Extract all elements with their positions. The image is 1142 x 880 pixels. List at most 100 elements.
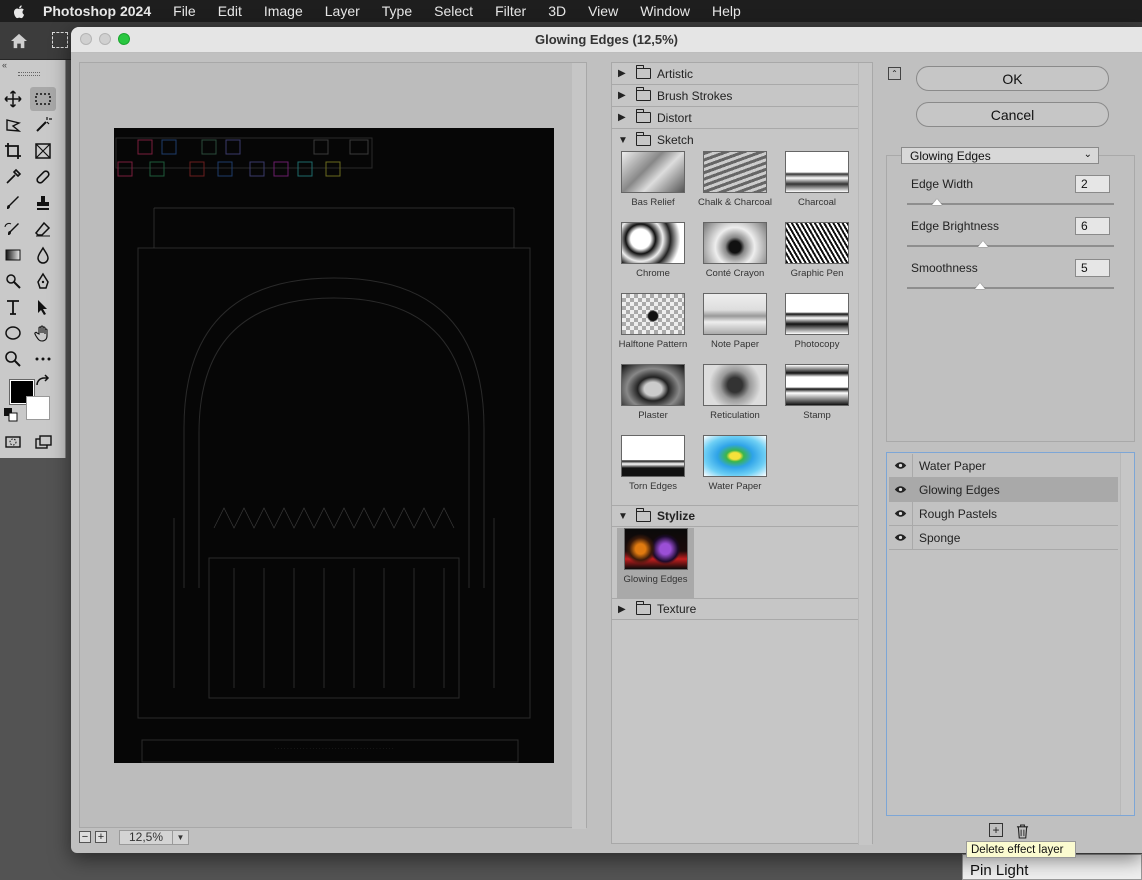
effect-layers-scrollbar[interactable] [1120, 453, 1134, 815]
zoom-out-button[interactable]: − [79, 831, 91, 843]
type-tool-icon[interactable] [0, 295, 26, 319]
rectangular-marquee-option-icon[interactable] [52, 32, 68, 48]
filter-thumb-photocopy[interactable]: Photocopy [781, 293, 853, 359]
effect-layer-row[interactable]: Water Paper [889, 453, 1118, 478]
filter-thumb-chalk-charcoal[interactable]: Chalk & Charcoal [698, 151, 772, 217]
zoom-tool-icon[interactable] [0, 347, 26, 371]
home-icon[interactable] [8, 31, 30, 51]
menu-view[interactable]: View [588, 3, 618, 19]
category-texture[interactable]: ▶ Texture [612, 598, 858, 620]
move-tool-icon[interactable] [0, 87, 26, 111]
apple-logo-icon[interactable] [12, 3, 28, 19]
edge-brightness-field[interactable]: 6 [1075, 217, 1110, 235]
eye-icon[interactable] [889, 501, 913, 526]
brush-tool-icon[interactable] [0, 191, 26, 215]
filter-thumb-stamp[interactable]: Stamp [781, 364, 853, 430]
gradient-tool-icon[interactable] [0, 243, 26, 267]
filter-thumb-water-paper[interactable]: Water Paper [699, 435, 771, 501]
window-zoom-button[interactable] [118, 33, 130, 45]
toolbox-grip[interactable] [18, 72, 40, 76]
hand-tool-icon[interactable] [30, 321, 56, 345]
collapse-filter-browser-icon[interactable]: ⌃ [888, 67, 901, 80]
filter-thumb-graphic-pen[interactable]: Graphic Pen [781, 222, 853, 288]
more-tools-icon[interactable] [30, 347, 56, 371]
preview-scrollbar[interactable] [572, 63, 586, 829]
category-brush-strokes[interactable]: ▶ Brush Strokes [612, 85, 858, 107]
category-distort[interactable]: ▶ Distort [612, 107, 858, 129]
effect-layer-row-selected[interactable]: Glowing Edges [889, 477, 1118, 502]
zoom-level-select[interactable]: 12,5% ▼ [119, 829, 189, 845]
slider-knob[interactable] [978, 241, 989, 247]
healing-brush-tool-icon[interactable] [30, 165, 56, 189]
lasso-tool-icon[interactable] [0, 113, 26, 137]
ellipse-tool-icon[interactable] [0, 321, 26, 345]
menu-type[interactable]: Type [382, 3, 412, 19]
eye-icon[interactable] [889, 453, 913, 478]
edge-width-field[interactable]: 2 [1075, 175, 1110, 193]
preview-image[interactable]: · · · · · · · · · · · · · · · · · · · · … [114, 128, 554, 763]
magic-wand-tool-icon[interactable] [30, 113, 56, 137]
path-selection-tool-icon[interactable] [30, 295, 56, 319]
edge-width-slider[interactable] [907, 199, 1114, 205]
default-colors-icon[interactable] [4, 408, 18, 422]
dodge-tool-icon[interactable] [0, 269, 26, 293]
effect-layer-row[interactable]: Sponge [889, 525, 1118, 550]
eye-icon[interactable] [889, 477, 913, 502]
window-minimize-button[interactable] [99, 33, 111, 45]
background-color-swatch[interactable] [26, 396, 50, 420]
frame-tool-icon[interactable] [30, 139, 56, 163]
filter-thumb-halftone-pattern[interactable]: Halftone Pattern [617, 293, 689, 359]
rectangular-marquee-tool-icon[interactable] [30, 87, 56, 111]
eraser-tool-icon[interactable] [30, 217, 56, 241]
screen-mode-icon[interactable] [30, 430, 56, 454]
crop-tool-icon[interactable] [0, 139, 26, 163]
filter-thumb-reticulation[interactable]: Reticulation [699, 364, 771, 430]
blend-mode-item-pin-light[interactable]: Pin Light [970, 862, 1028, 879]
trash-icon[interactable] [1014, 823, 1030, 839]
menu-select[interactable]: Select [434, 3, 473, 19]
menu-file[interactable]: File [173, 3, 196, 19]
history-brush-tool-icon[interactable] [0, 217, 26, 241]
filter-thumb-charcoal[interactable]: Charcoal [781, 151, 853, 217]
filter-thumb-glowing-edges[interactable]: Glowing Edges [617, 528, 694, 598]
clone-stamp-tool-icon[interactable] [30, 191, 56, 215]
pen-tool-icon[interactable] [30, 269, 56, 293]
new-layer-icon[interactable]: + [989, 823, 1003, 837]
eyedropper-tool-icon[interactable] [0, 165, 26, 189]
ok-button[interactable]: OK [916, 66, 1109, 91]
category-sketch[interactable]: ▼ Sketch [612, 129, 858, 151]
effect-layer-row[interactable]: Rough Pastels [889, 501, 1118, 526]
quick-mask-icon[interactable] [0, 430, 26, 454]
filter-type-select[interactable]: Glowing Edges ⌄ [901, 147, 1099, 164]
collapse-toolbox-icon[interactable]: « [2, 60, 7, 70]
window-close-button[interactable] [80, 33, 92, 45]
edge-brightness-slider[interactable] [907, 241, 1114, 247]
blur-tool-icon[interactable] [30, 243, 56, 267]
preview-pane[interactable]: · · · · · · · · · · · · · · · · · · · · … [79, 62, 587, 829]
menu-app-name[interactable]: Photoshop 2024 [43, 3, 151, 19]
slider-knob[interactable] [975, 283, 986, 289]
category-stylize[interactable]: ▼ Stylize [612, 505, 858, 527]
menu-filter[interactable]: Filter [495, 3, 526, 19]
menu-edit[interactable]: Edit [218, 3, 242, 19]
slider-knob[interactable] [931, 199, 942, 205]
smoothness-slider[interactable] [907, 283, 1114, 289]
filter-thumb-bas-relief[interactable]: Bas Relief [617, 151, 689, 217]
category-artistic[interactable]: ▶ Artistic [612, 63, 858, 85]
filter-thumb-torn-edges[interactable]: Torn Edges [617, 435, 689, 501]
eye-icon[interactable] [889, 525, 913, 550]
menu-window[interactable]: Window [640, 3, 690, 19]
filter-thumb-chrome[interactable]: Chrome [617, 222, 689, 288]
menu-layer[interactable]: Layer [325, 3, 360, 19]
filter-browser-scrollbar[interactable] [858, 63, 872, 845]
filter-thumb-plaster[interactable]: Plaster [617, 364, 689, 430]
menu-help[interactable]: Help [712, 3, 741, 19]
menu-image[interactable]: Image [264, 3, 303, 19]
menu-3d[interactable]: 3D [548, 3, 566, 19]
filter-thumb-conte-crayon[interactable]: Conté Crayon [699, 222, 771, 288]
filter-thumb-note-paper[interactable]: Note Paper [699, 293, 771, 359]
swap-colors-icon[interactable] [32, 373, 52, 391]
cancel-button[interactable]: Cancel [916, 102, 1109, 127]
zoom-in-button[interactable]: + [95, 831, 107, 843]
smoothness-field[interactable]: 5 [1075, 259, 1110, 277]
